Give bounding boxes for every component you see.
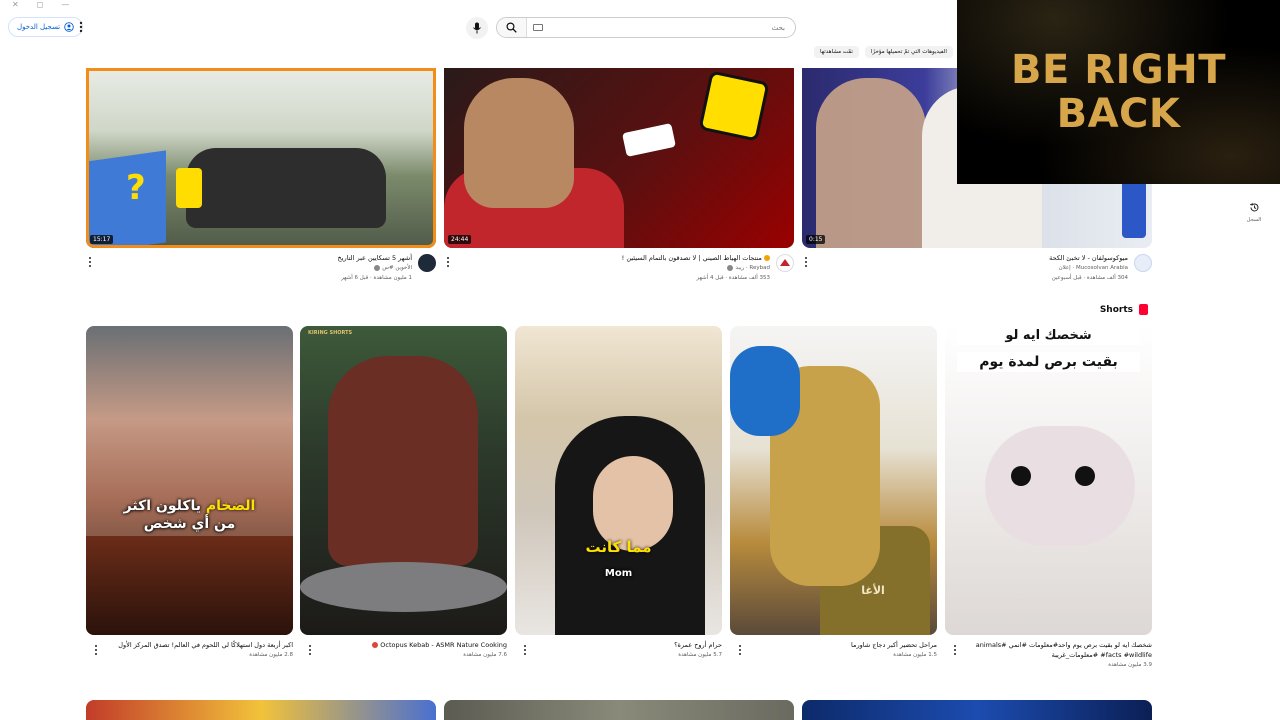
video-menu-icon[interactable] — [802, 256, 810, 268]
shorts-title: Shorts — [1099, 304, 1133, 315]
short-overlay-text: الأغا — [861, 584, 885, 597]
short-stats: 7.6 مليون مشاهدة — [463, 652, 507, 658]
channel-name[interactable]: الأخوين #س — [382, 265, 412, 271]
channel-name[interactable]: Mucosolvan Arabia · إعلان — [828, 263, 1128, 273]
emoji-icon — [372, 642, 379, 648]
short-title[interactable]: مراحل تحضير أكبر دجاج شاورما — [747, 640, 937, 650]
video-stats: 304 ألف مشاهدة · قبل أسبوعين — [1051, 275, 1128, 281]
microphone-icon — [473, 22, 481, 34]
verified-icon — [374, 264, 381, 271]
video-duration: 15:17 — [90, 235, 114, 244]
video-meta: ميوكوسولفان - لا تخبئ الكحة Mucosolvan A… — [802, 254, 1152, 290]
be-right-back-text: BE RIGHT BACK — [1010, 47, 1226, 137]
short-meta: شخصك ايه لو بقيت برص يوم واحد#معلومات #ا… — [945, 640, 1152, 674]
video-thumbnail[interactable] — [802, 700, 1152, 720]
voice-search-button[interactable] — [466, 17, 488, 39]
be-right-back-overlay: BE RIGHT BACK — [957, 0, 1280, 184]
channel-avatar[interactable] — [418, 254, 436, 272]
short-stats: 5.7 مليون مشاهدة — [678, 652, 722, 658]
sign-in-button[interactable]: تسجيل الدخول — [8, 17, 84, 37]
filter-chips: الفيديوهات التي تمّ تحميلها مؤخرًا تمّت … — [814, 46, 953, 58]
short-stats: 2.8 مليون مشاهدة — [249, 652, 293, 658]
short-overlay-text: KIRING SHORTS — [308, 330, 353, 336]
short-title[interactable]: Octopus Kebab - ASMR Nature Cooking — [380, 641, 507, 649]
account-icon — [64, 22, 74, 32]
short-stats: 3.9 مليون مشاهدة — [1108, 662, 1152, 668]
short-title[interactable]: حرام أروح عمرة؟ — [532, 640, 722, 650]
history-label: السجل — [1246, 217, 1262, 223]
short-menu-icon[interactable] — [951, 644, 959, 656]
close-icon[interactable]: ✕ — [12, 0, 19, 12]
search-button[interactable] — [497, 18, 527, 37]
video-thumbnail[interactable] — [444, 700, 794, 720]
channel-avatar[interactable] — [776, 254, 794, 272]
shorts-logo-icon — [1139, 304, 1148, 315]
short-title[interactable]: اكبر أربعة دول استهلاكًا لي اللحوم في ال… — [103, 640, 293, 650]
channel-name[interactable]: Reybad · ريبد — [735, 265, 770, 271]
short-thumbnail[interactable]: مما كانت Mom — [515, 326, 722, 635]
short-title[interactable]: شخصك ايه لو بقيت برص يوم واحد#معلومات #ا… — [962, 640, 1152, 660]
verified-icon — [727, 264, 734, 271]
window-controls: ✕ ◻ — — [12, 0, 69, 12]
short-overlay-text: Mom — [604, 568, 633, 579]
video-title[interactable]: أشهر 5 تسكايين عبر التاريخ — [112, 254, 412, 263]
channel-avatar[interactable] — [1134, 254, 1152, 272]
channel-logo-icon — [780, 259, 790, 266]
short-menu-icon[interactable] — [306, 644, 314, 656]
video-thumbnail[interactable] — [86, 700, 436, 720]
short-overlay-text: بقيت برص لمدة يوم — [957, 352, 1140, 372]
short-meta: حرام أروح عمرة؟ 5.7 مليون مشاهدة — [515, 640, 722, 674]
short-thumbnail[interactable]: KIRING SHORTS — [300, 326, 507, 635]
search-input[interactable] — [543, 23, 795, 32]
short-stats: 1.5 مليون مشاهدة — [893, 652, 937, 658]
search-bar — [496, 17, 796, 38]
chip-recently-uploaded[interactable]: الفيديوهات التي تمّ تحميلها مؤخرًا — [864, 46, 953, 58]
short-meta: مراحل تحضير أكبر دجاج شاورما 1.5 مليون م… — [730, 640, 937, 674]
minimize-icon[interactable]: — — [61, 0, 69, 12]
video-menu-icon[interactable] — [444, 256, 452, 268]
fire-emoji-icon — [764, 255, 770, 261]
video-stats: 1 مليون مشاهدة · قبل 6 أشهر — [341, 275, 412, 281]
short-menu-icon[interactable] — [521, 644, 529, 656]
short-thumbnail[interactable]: الضخام ياكلون اكثر من أي شخص — [86, 326, 293, 635]
search-icon — [506, 22, 517, 33]
short-thumbnail[interactable]: الأغا — [730, 326, 937, 635]
short-overlay-text: مما كانت — [585, 538, 652, 556]
short-overlay-text: من أي شخص — [143, 516, 236, 532]
video-meta: أشهر 5 تسكايين عبر التاريخ الأخوين #س 1 … — [86, 254, 436, 290]
short-overlay-text: ياكلون اكثر — [123, 498, 201, 514]
history-button[interactable]: السجل — [1246, 198, 1262, 223]
shorts-heading: Shorts — [1100, 304, 1148, 315]
video-title[interactable]: منتجات الهياط الصيني | لا تصدقون بالتمام… — [622, 254, 762, 262]
settings-kebab-icon[interactable] — [76, 20, 86, 34]
short-overlay-text: شخصك ايه لو — [957, 326, 1140, 345]
history-icon — [1249, 203, 1258, 212]
short-menu-icon[interactable] — [92, 644, 100, 656]
thumbnail-image: ? — [86, 68, 436, 248]
video-thumbnail[interactable]: ? 15:17 — [86, 68, 436, 248]
short-meta: Octopus Kebab - ASMR Nature Cooking 7.6 … — [300, 640, 507, 674]
short-menu-icon[interactable] — [736, 644, 744, 656]
video-duration: 0:15 — [806, 235, 826, 244]
thumbnail-image — [444, 68, 794, 248]
sign-in-label: تسجيل الدخول — [17, 23, 61, 31]
video-menu-icon[interactable] — [86, 256, 94, 268]
video-thumbnail[interactable]: 24:44 — [444, 68, 794, 248]
short-meta: اكبر أربعة دول استهلاكًا لي اللحوم في ال… — [86, 640, 293, 674]
short-overlay-text: الضخام — [205, 498, 256, 514]
video-meta: منتجات الهياط الصيني | لا تصدقون بالتمام… — [444, 254, 794, 290]
keyboard-icon[interactable] — [533, 24, 543, 31]
chip-watched[interactable]: تمّت مشاهدتها — [814, 46, 859, 58]
restore-icon[interactable]: ◻ — [37, 0, 44, 12]
video-stats: 353 ألف مشاهدة · قبل 4 أشهر — [696, 275, 770, 281]
video-duration: 24:44 — [448, 235, 472, 244]
video-title[interactable]: ميوكوسولفان - لا تخبئ الكحة — [828, 254, 1128, 263]
short-thumbnail[interactable]: شخصك ايه لو بقيت برص لمدة يوم — [945, 326, 1152, 635]
